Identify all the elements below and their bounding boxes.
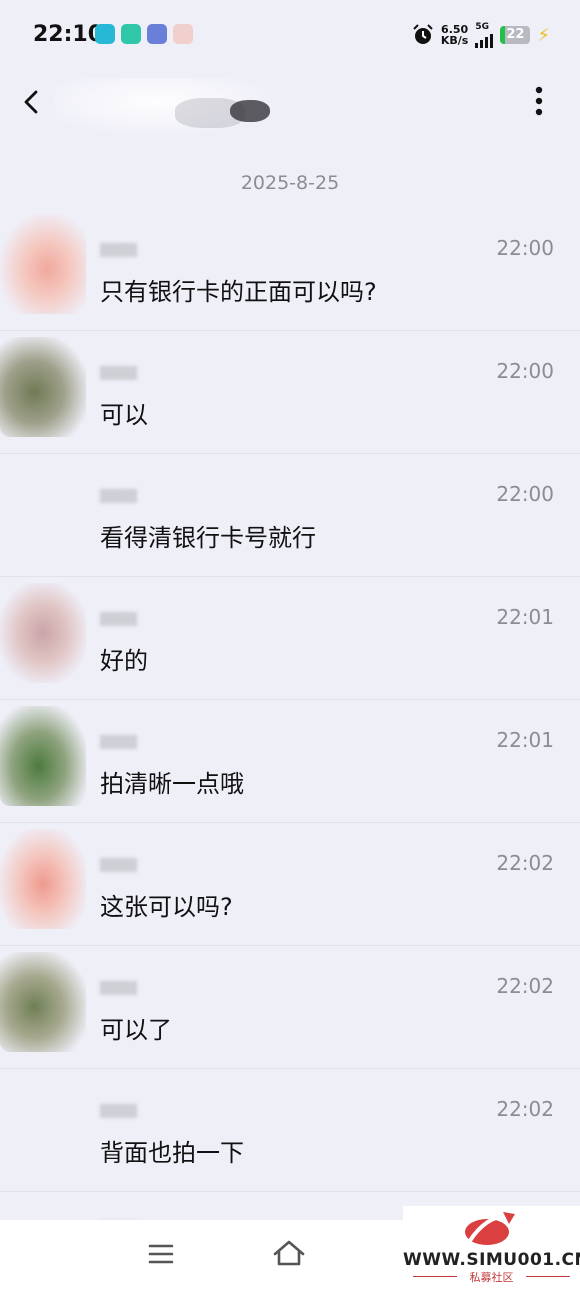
- watermark-site: WWW.SIMU001.CN: [403, 1250, 580, 1270]
- message-item[interactable]: ▆▆▆ 22:02 可以了: [0, 945, 580, 1068]
- message-time: 22:02: [496, 974, 554, 998]
- battery-icon: 22: [500, 26, 531, 44]
- avatar[interactable]: [0, 583, 86, 683]
- notification-icons: [95, 24, 193, 44]
- message-text: 好的: [100, 647, 148, 675]
- network-speed: 6.50 KB/s: [441, 24, 468, 46]
- arrow-left-icon[interactable]: [14, 84, 50, 120]
- sender-name-redacted: ▆▆▆: [100, 484, 137, 503]
- message-time: 22:00: [496, 482, 554, 506]
- message-time: 22:00: [496, 359, 554, 383]
- app-notification-icon: [95, 24, 115, 44]
- message-text: 这张可以吗?: [100, 893, 233, 921]
- signal-bars-icon: [475, 32, 494, 48]
- message-item[interactable]: ▆▆▆ 22:02 背面也拍一下: [0, 1068, 580, 1191]
- message-time: 22:02: [496, 851, 554, 875]
- avatar[interactable]: [0, 214, 86, 314]
- chat-title-redacted: [55, 78, 280, 138]
- message-text: 只有银行卡的正面可以吗?: [100, 278, 377, 306]
- battery-level: 22: [506, 27, 525, 42]
- message-time: 22:02: [496, 1097, 554, 1121]
- message-text: 看得清银行卡号就行: [100, 524, 316, 552]
- message-text: 背面也拍一下: [100, 1139, 244, 1167]
- status-time: 22:10: [33, 22, 104, 47]
- message-text: 拍清晰一点哦: [100, 770, 244, 798]
- more-vertical-icon[interactable]: [528, 84, 550, 120]
- message-item[interactable]: ▆▆▆ 22:01 好的: [0, 576, 580, 699]
- sender-name-redacted: ▆▆▆: [100, 1099, 137, 1118]
- status-indicators: 6.50 KB/s 5G 22 ⚡: [412, 22, 550, 48]
- app-notification-icon: [121, 24, 141, 44]
- message-text: 可以: [100, 401, 148, 429]
- message-item[interactable]: ▆▆▆ 22:00 看得清银行卡号就行: [0, 453, 580, 576]
- network-type: 5G: [475, 22, 490, 32]
- avatar[interactable]: [0, 829, 86, 929]
- sender-name-redacted: ▆▆▆: [100, 361, 137, 380]
- menu-icon[interactable]: [148, 1242, 174, 1266]
- avatar[interactable]: [0, 952, 86, 1052]
- sender-name-redacted: ▆▆▆: [100, 607, 137, 626]
- sender-name-redacted: ▆▆▆: [100, 730, 137, 749]
- message-item[interactable]: ▆▆▆ 22:02 这张可以吗?: [0, 822, 580, 945]
- watermark-logo-icon: [465, 1212, 515, 1245]
- sender-name-redacted: ▆▆▆: [100, 976, 137, 995]
- charging-icon: ⚡: [537, 24, 550, 46]
- avatar[interactable]: [0, 706, 86, 806]
- message-item[interactable]: ▆▆▆ 22:00 只有银行卡的正面可以吗?: [0, 208, 580, 330]
- cellular-signal: 5G: [475, 22, 494, 48]
- chat-header: [0, 70, 580, 138]
- message-item[interactable]: ▆▆▆ 22:00 可以: [0, 330, 580, 453]
- message-time: 22:00: [496, 236, 554, 260]
- watermark-label: 私募社区: [469, 1271, 514, 1284]
- app-notification-icon: [147, 24, 167, 44]
- home-icon[interactable]: [272, 1238, 306, 1268]
- alarm-icon: [413, 24, 433, 44]
- network-speed-unit: KB/s: [440, 34, 469, 47]
- message-item[interactable]: ▆▆▆ 22:01 拍清晰一点哦: [0, 699, 580, 822]
- app-notification-icon: [173, 24, 193, 44]
- date-separator: 2025-8-25: [240, 172, 340, 194]
- message-text: 可以了: [100, 1016, 172, 1044]
- message-time: 22:01: [496, 728, 554, 752]
- avatar[interactable]: [0, 337, 86, 437]
- sender-name-redacted: ▆▆▆: [100, 853, 137, 872]
- message-list[interactable]: ▆▆▆ 22:00 只有银行卡的正面可以吗? ▆▆▆ 22:00 可以 ▆▆▆ …: [0, 208, 580, 1235]
- sender-name-redacted: ▆▆▆: [100, 238, 137, 257]
- watermark: WWW.SIMU001.CN 私募社区: [403, 1206, 580, 1286]
- message-time: 22:01: [496, 605, 554, 629]
- status-bar: 22:10 6.50 KB/s 5G 22 ⚡: [0, 0, 580, 70]
